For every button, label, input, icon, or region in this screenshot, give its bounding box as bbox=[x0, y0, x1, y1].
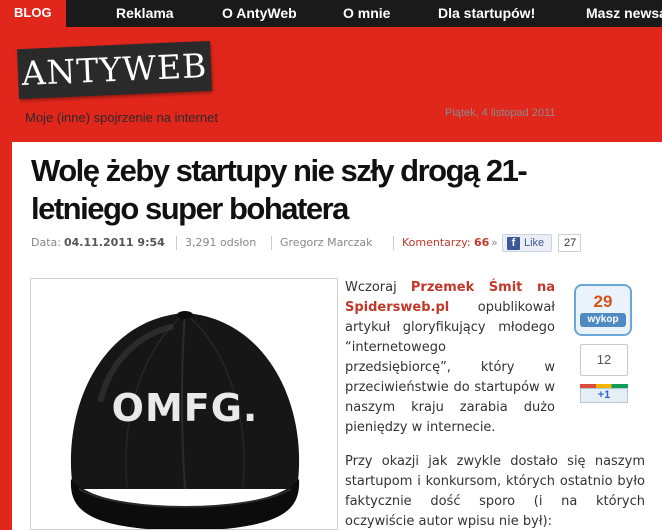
nav-item-masz-newsa[interactable]: Masz newsa bbox=[586, 0, 662, 27]
meta-divider bbox=[271, 236, 272, 250]
google-plus-count: 12 bbox=[580, 344, 628, 376]
nav-item-blog[interactable]: BLOG bbox=[0, 0, 66, 27]
google-plus-one-button[interactable]: 12 +1 bbox=[580, 344, 628, 403]
article-panel: Wolę żeby startupy nie szły drogą 21-let… bbox=[12, 142, 662, 530]
cap-image: OMFG. bbox=[70, 311, 300, 529]
article-paragraph: Wczoraj Przemek Śmit na Spidersweb.pl op… bbox=[345, 278, 555, 438]
site-logo[interactable]: ANTYWEB bbox=[17, 40, 212, 100]
meta-views: 3,291 odsłon bbox=[185, 236, 257, 249]
cap-print-text: OMFG. bbox=[112, 386, 259, 430]
meta-author[interactable]: Gregorz Marczak bbox=[280, 236, 373, 250]
wykop-count: 29 bbox=[593, 292, 613, 311]
nav-item-o-antyweb[interactable]: O AntyWeb bbox=[222, 0, 297, 27]
meta-comments-arrow[interactable]: » bbox=[491, 236, 498, 250]
meta-comments-label[interactable]: Komentarzy: bbox=[402, 236, 471, 250]
article-paragraph: Przy okazji jak zwykle dostało się naszy… bbox=[345, 454, 645, 529]
facebook-icon: f bbox=[507, 237, 520, 250]
nav-item-o-mnie[interactable]: O mnie bbox=[343, 0, 390, 27]
facebook-like-button[interactable]: f Like bbox=[502, 234, 552, 252]
meta-date-label: Data: bbox=[31, 236, 61, 249]
para1-before: Wczoraj bbox=[345, 280, 411, 295]
meta-comments-count[interactable]: 66 bbox=[474, 236, 489, 250]
meta-divider bbox=[176, 236, 177, 250]
nav-item-reklama[interactable]: Reklama bbox=[116, 0, 174, 27]
meta-date-value: 04.11.2011 9:54 bbox=[64, 236, 165, 249]
facebook-like-count: 27 bbox=[558, 234, 582, 252]
para1-after: opublikował artykuł gloryfikujący młodeg… bbox=[345, 300, 555, 435]
site-tagline: Moje (inne) spojrzenie na internet bbox=[25, 110, 218, 125]
header-date: Piątek, 4 listopad 2011 bbox=[445, 107, 556, 119]
wykop-label: wykop bbox=[580, 313, 626, 327]
top-nav: BLOG Reklama O AntyWeb O mnie Dla startu… bbox=[0, 0, 662, 27]
google-plus-label: +1 bbox=[580, 388, 628, 403]
facebook-like-label: Like bbox=[524, 237, 545, 249]
nav-item-dla-startupow[interactable]: Dla startupów! bbox=[438, 0, 535, 27]
wykop-button[interactable]: 29 wykop bbox=[574, 284, 632, 336]
article-image: OMFG. bbox=[30, 278, 338, 530]
article-title[interactable]: Wolę żeby startupy nie szły drogą 21-let… bbox=[31, 152, 591, 228]
meta-divider bbox=[393, 236, 394, 250]
